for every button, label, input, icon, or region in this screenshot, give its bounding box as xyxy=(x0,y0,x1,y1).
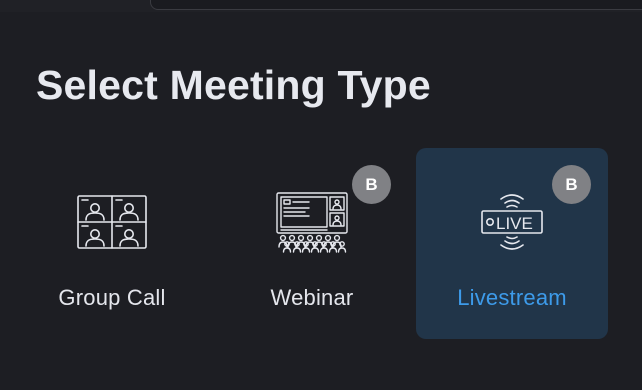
page-title: Select Meeting Type xyxy=(36,62,431,108)
live-broadcast-icon: LIVE xyxy=(467,187,557,257)
meeting-type-screen: Select Meeting Type Group Call B Webinar… xyxy=(0,0,642,390)
meeting-type-group-call[interactable]: Group Call xyxy=(16,148,208,339)
meeting-type-label: Webinar xyxy=(270,285,354,310)
beta-badge: B xyxy=(552,165,591,204)
webinar-presentation-icon xyxy=(267,187,357,257)
meeting-type-livestream[interactable]: LIVE B Livestream xyxy=(416,148,608,339)
top-input-edge xyxy=(150,0,642,10)
beta-badge: B xyxy=(352,165,391,204)
live-icon-text: LIVE xyxy=(496,214,533,233)
top-bar xyxy=(0,0,642,12)
meeting-type-label: Group Call xyxy=(58,285,166,310)
meeting-type-label: Livestream xyxy=(457,285,567,310)
group-call-grid-icon xyxy=(67,187,157,257)
meeting-type-webinar[interactable]: B Webinar xyxy=(216,148,408,339)
